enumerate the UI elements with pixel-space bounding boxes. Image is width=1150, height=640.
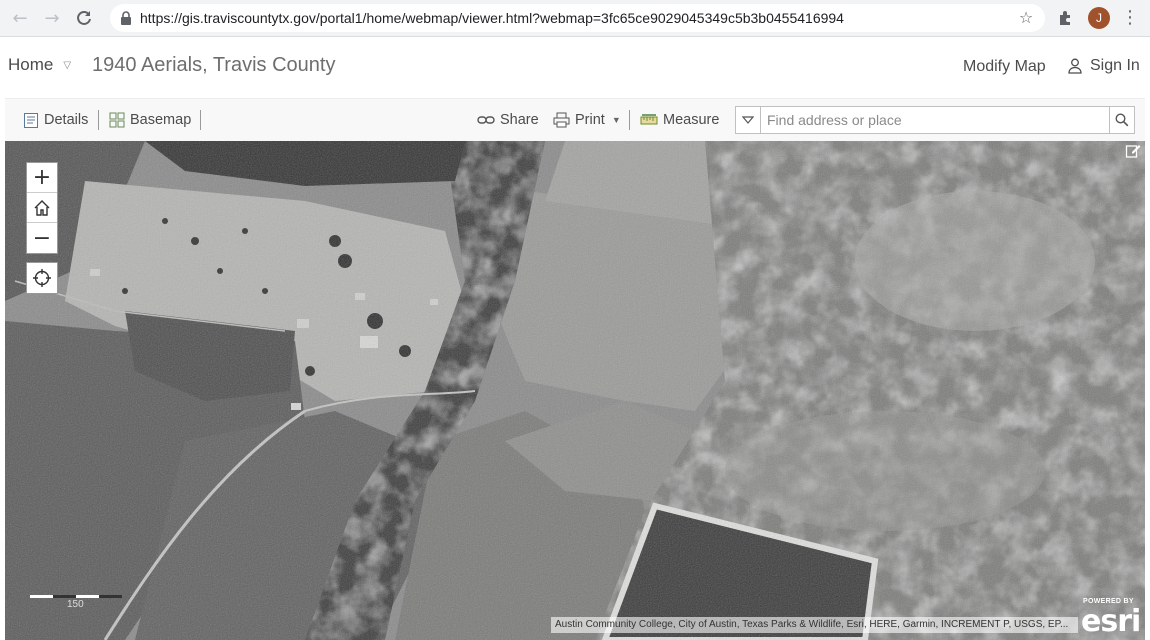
star-icon[interactable]: ☆ (1017, 9, 1035, 27)
home-extent-button[interactable] (27, 193, 57, 223)
share-label: Share (500, 112, 539, 128)
page-title: 1940 Aerials, Travis County (92, 54, 336, 76)
search-icon (1115, 113, 1129, 127)
chevron-down-icon: ▼ (611, 115, 621, 125)
basemap-button[interactable]: Basemap (109, 99, 191, 141)
toolbar-divider (98, 110, 99, 130)
back-arrow-icon[interactable]: ← (8, 6, 32, 30)
zoom-out-button[interactable]: − (27, 223, 57, 253)
modify-map-link[interactable]: Modify Map (963, 58, 1046, 76)
map-toolbar: Details Basemap Share Print ▼ Measure (5, 98, 1145, 141)
map-attribution[interactable]: Austin Community College, City of Austin… (551, 617, 1078, 633)
search-button[interactable] (1109, 107, 1134, 133)
edit-icon[interactable] (1125, 143, 1141, 159)
lock-icon (121, 11, 131, 25)
print-label: Print (575, 112, 605, 128)
search-box (735, 106, 1135, 134)
share-button[interactable]: Share (477, 99, 539, 141)
avatar[interactable]: J (1088, 7, 1110, 29)
map-view[interactable]: + − 150 Austin Community College, City o… (5, 141, 1145, 640)
esri-wordmark: esri (1081, 604, 1141, 639)
details-icon (24, 112, 38, 128)
home-label: Home (8, 55, 54, 74)
locate-icon (33, 269, 51, 287)
scale-label: 150 (67, 599, 84, 610)
toolbar-divider (629, 110, 630, 130)
sign-in-label: Sign In (1090, 57, 1140, 74)
details-label: Details (44, 112, 89, 128)
browser-toolbar: ← → https://gis.traviscountytx.gov/porta… (0, 0, 1150, 37)
share-link-icon (477, 116, 495, 124)
locate-button[interactable] (26, 262, 58, 294)
basemap-icon (109, 112, 125, 128)
search-input[interactable] (761, 107, 1109, 133)
home-icon (34, 199, 50, 216)
sign-in-link[interactable]: Sign In (1068, 57, 1140, 75)
kebab-menu-icon[interactable]: ⋮ (1120, 7, 1140, 29)
extensions-icon[interactable] (1056, 8, 1076, 28)
app-header: Home ▽ 1940 Aerials, Travis County Modif… (0, 37, 1150, 97)
home-menu[interactable]: Home ▽ (8, 55, 71, 75)
zoom-in-button[interactable]: + (27, 163, 57, 193)
forward-arrow-icon[interactable]: → (40, 6, 64, 30)
chevron-down-icon (742, 116, 754, 124)
measure-label: Measure (663, 112, 720, 128)
user-icon (1068, 58, 1082, 74)
print-button[interactable]: Print ▼ (553, 99, 621, 141)
details-button[interactable]: Details (23, 99, 88, 141)
zoom-controls: + − (26, 162, 58, 254)
aerial-imagery (5, 141, 1145, 640)
esri-logo[interactable]: POWERED BY esri (1079, 596, 1141, 639)
toolbar-divider (200, 110, 201, 130)
measure-icon (640, 114, 658, 125)
url-text: https://gis.traviscountytx.gov/portal1/h… (140, 10, 844, 26)
chevron-down-icon: ▽ (63, 59, 72, 71)
measure-button[interactable]: Measure (640, 99, 719, 141)
basemap-label: Basemap (130, 112, 192, 128)
print-icon (553, 112, 570, 128)
reload-icon[interactable] (72, 6, 96, 30)
search-source-dropdown[interactable] (736, 107, 761, 133)
address-bar[interactable]: https://gis.traviscountytx.gov/portal1/h… (110, 4, 1045, 32)
